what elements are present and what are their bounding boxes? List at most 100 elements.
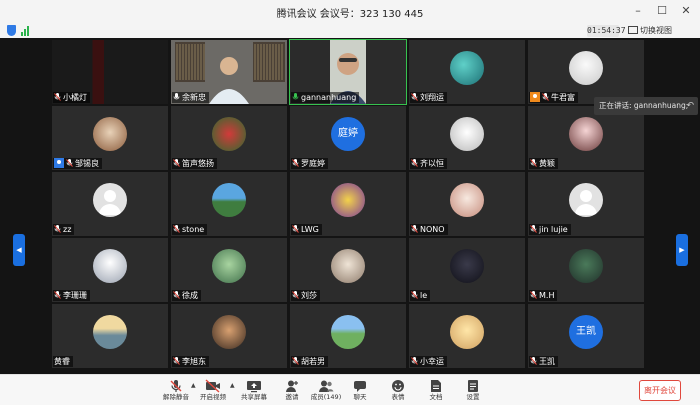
switch-view-button[interactable]: 切换视图 [628,24,672,38]
participant-avatar [450,249,484,283]
participant-name: 胡若男 [301,357,325,366]
participant-tile[interactable]: 刘翔运 [409,40,525,104]
participant-name: LWG [301,225,319,234]
muted-mic-icon [292,225,299,233]
participant-tile[interactable]: 牛君富 [528,40,644,104]
video-camera-off-icon [193,378,233,393]
muted-mic-icon [530,159,537,167]
close-icon[interactable]: ✕ [678,3,694,19]
unmute-button[interactable]: 解除静音 [156,378,196,404]
minimize-icon[interactable]: – [630,3,646,19]
chat-bubble-icon [340,378,380,392]
muted-mic-icon [411,93,418,101]
participant-name: 李旭东 [182,357,206,366]
participant-tile[interactable]: M.H [528,238,644,302]
participant-name: 黄颖 [539,159,555,168]
muted-mic-icon [66,159,73,167]
share-screen-icon [234,378,274,393]
participant-tile[interactable]: stone [171,172,287,236]
participant-tile[interactable]: 李珊珊 [52,238,168,302]
participant-tile[interactable]: zz [52,172,168,236]
participant-avatar [93,249,127,283]
participant-tile[interactable]: 胡若男 [290,304,406,368]
participant-tile[interactable]: le [409,238,525,302]
host-badge-icon [54,158,64,168]
participant-tile[interactable]: 庭婷 罗庭婷 [290,106,406,170]
participant-name: zz [63,225,72,234]
participant-avatar [569,51,603,85]
settings-button[interactable]: 设置 [453,378,493,404]
settings-icon [453,378,493,392]
participant-tile[interactable]: 邹锡良 [52,106,168,170]
leave-meeting-button[interactable]: 离开会议 [639,380,681,401]
participant-tile[interactable]: 齐以恒 [409,106,525,170]
participant-tile[interactable]: gannanhuang [289,39,407,105]
participant-tile[interactable]: 王凯 王凯 [528,304,644,368]
document-icon [416,378,456,392]
mic-icon [173,93,180,101]
participant-avatar [569,249,603,283]
participant-name-label: NONO [410,224,448,235]
start-video-button[interactable]: 开启视频 [193,378,233,404]
participant-name-label: 王凯 [529,356,558,367]
participant-name: 刘翔运 [420,93,444,102]
muted-mic-icon [173,225,180,233]
participant-name: 小幸运 [420,357,444,366]
participant-avatar [93,183,127,217]
participant-avatar [450,315,484,349]
title-bar: 腾讯会议 会议号：323 130 445 – ☐ ✕ [0,0,700,24]
participant-tile[interactable]: 余新忠 [171,40,287,104]
muted-mic-icon [530,291,537,299]
previous-page-arrow-icon[interactable]: ◀ [13,234,25,266]
participant-tile[interactable]: 黄颖 [528,106,644,170]
participant-name: 齐以恒 [420,159,444,168]
next-page-arrow-icon[interactable]: ▶ [676,234,688,266]
participant-name-label: 黄颖 [529,158,558,169]
participant-tile[interactable]: 刘莎 [290,238,406,302]
muted-mic-icon [411,159,418,167]
documents-label: 文档 [429,393,443,401]
share-screen-button[interactable]: 共享屏幕 [234,378,274,404]
participant-avatar [331,315,365,349]
maximize-icon[interactable]: ☐ [654,3,670,19]
participant-name: stone [182,225,205,234]
muted-mic-icon [530,225,537,233]
participant-name-label: 黄睿 [53,356,73,367]
participant-tile[interactable]: 徐成 [171,238,287,302]
participant-tile[interactable]: 小幸运 [409,304,525,368]
participant-name-label: 刘莎 [291,290,320,301]
participant-tile[interactable]: NONO [409,172,525,236]
participant-avatar [569,117,603,151]
reactions-button[interactable]: 表情 [378,378,418,404]
signal-strength-icon[interactable] [21,26,31,36]
muted-mic-icon [411,291,418,299]
participant-tile[interactable]: 黄睿 [52,304,168,368]
participant-name-label: M.H [529,290,558,301]
muted-microphone-icon [156,378,196,392]
participant-tile[interactable]: LWG [290,172,406,236]
participant-name: 余新忠 [182,93,206,102]
participant-tile[interactable]: jin lujie [528,172,644,236]
participant-name-label: 徐成 [172,290,201,301]
start-video-label: 开启视频 [200,393,226,401]
documents-button[interactable]: 文档 [416,378,456,404]
participant-tile[interactable]: 笛声悠扬 [171,106,287,170]
smiley-face-icon [378,378,418,392]
participant-avatar [212,117,246,151]
participant-avatar [93,315,127,349]
participant-tile[interactable]: 小橘灯 [52,40,168,104]
muted-mic-icon [292,159,299,167]
reactions-label: 表情 [391,393,405,401]
muted-mic-icon [54,291,61,299]
chat-button[interactable]: 聊天 [340,378,380,404]
settings-label: 设置 [466,393,480,401]
participant-tile[interactable]: 李旭东 [171,304,287,368]
muted-mic-icon [54,225,61,233]
muted-mic-icon [542,93,549,101]
participant-name: M.H [539,291,555,300]
security-shield-icon[interactable] [7,25,16,36]
reply-arrow-icon[interactable]: ↶ [686,97,694,115]
participant-name-label: 牛君富 [529,92,578,103]
participant-name-label: 余新忠 [172,92,209,103]
participant-name-label: 笛声悠扬 [172,158,217,169]
